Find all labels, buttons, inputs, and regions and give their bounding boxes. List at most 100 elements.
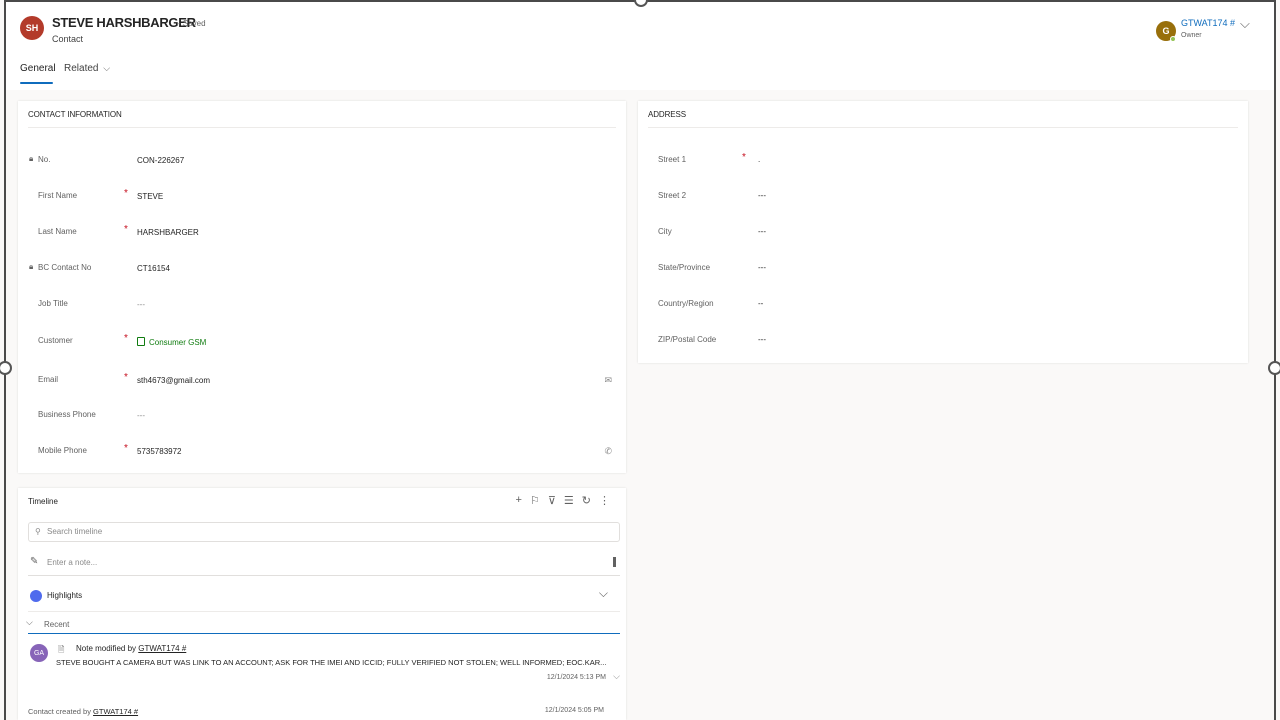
note-icon: 🗎︎ [58, 645, 65, 654]
street-2-field[interactable]: --- [758, 191, 766, 200]
mail-icon[interactable]: ✉ [604, 375, 612, 386]
section-title: CONTACT INFORMATION [28, 110, 122, 119]
field-label: Street 2 [658, 191, 687, 200]
filter-icon[interactable]: ⊽ [548, 494, 556, 507]
required-indicator: * [124, 443, 128, 454]
resize-handle-left[interactable] [0, 361, 12, 375]
resize-handle-right[interactable] [1268, 361, 1280, 375]
required-indicator: * [742, 152, 746, 163]
field-label: Email [38, 375, 59, 384]
record-avatar: SH [20, 16, 44, 40]
contact-number-value[interactable]: CON-226267 [137, 156, 184, 165]
entry-timestamp: 12/1/2024 5:13 PM [546, 674, 606, 681]
tab-related[interactable]: Related ⌵ [64, 63, 110, 74]
recent-label: Recent [44, 620, 70, 629]
save-status: - Saved [178, 19, 206, 28]
field-row: First Name * STEVE [18, 187, 626, 211]
field-label: ZIP/Postal Code [658, 335, 717, 344]
state-field[interactable]: --- [758, 263, 766, 272]
field-row: ZIP/Postal Code --- [638, 331, 1248, 355]
bookmark-icon[interactable]: ⚐ [530, 494, 540, 507]
note-input-row[interactable]: ✎ Enter a note... [28, 552, 620, 576]
section-title: ADDRESS [648, 110, 686, 119]
field-label: Street 1 [658, 155, 687, 164]
account-icon [137, 337, 145, 346]
entry-author-link[interactable]: GTWAT174 # [138, 644, 186, 653]
tab-general[interactable]: General [20, 63, 56, 74]
divider [648, 127, 1238, 128]
timeline-title: Timeline [28, 497, 58, 506]
field-label: No. [38, 155, 51, 164]
field-row: Country/Region -- [638, 295, 1248, 319]
field-label: Customer [38, 336, 73, 345]
field-label: Mobile Phone [38, 446, 87, 455]
owner-link[interactable]: GTWAT174 # [1181, 18, 1235, 28]
field-row: City --- [638, 223, 1248, 247]
customer-lookup-link[interactable]: Consumer GSM [137, 337, 206, 347]
lock-icon: 🔒︎ [29, 154, 34, 163]
note-input[interactable]: Enter a note... [47, 558, 97, 567]
field-label: City [658, 227, 672, 236]
field-row: Job Title --- [18, 295, 626, 319]
refresh-icon[interactable]: ↻ [582, 494, 591, 507]
field-label: State/Province [658, 263, 711, 272]
recent-group-header[interactable]: ⌵ Recent [26, 617, 620, 634]
highlights-label: Highlights [47, 591, 83, 600]
search-input[interactable]: Search timeline [47, 527, 102, 536]
required-indicator: * [124, 333, 128, 344]
street-1-field[interactable]: . [758, 155, 760, 164]
field-label: First Name [38, 191, 78, 200]
chevron-down-icon: ⌵ [103, 63, 111, 73]
record-header: SH STEVE HARSHBARGER - Saved Contact G G… [6, 2, 1274, 90]
first-name-field[interactable]: STEVE [137, 192, 163, 201]
field-row: Last Name * HARSHBARGER [18, 223, 626, 247]
highlights-icon [30, 590, 42, 602]
created-entry: Contact created by GTWAT174 # 12/1/2024 … [28, 706, 620, 720]
field-label: Last Name [38, 227, 77, 236]
country-field[interactable]: -- [758, 299, 763, 308]
attachment-icon[interactable] [613, 557, 616, 567]
field-row: Mobile Phone * 5735783972 ✆ [18, 442, 626, 466]
last-name-field[interactable]: HARSHBARGER [137, 228, 199, 237]
email-field[interactable]: sth4673@gmail.com [137, 376, 210, 385]
pencil-icon: ✎ [30, 556, 39, 567]
created-label: Contact created by GTWAT174 # [28, 707, 138, 716]
job-title-field[interactable]: --- [137, 300, 145, 309]
entry-heading: Note modified by GTWAT174 # [76, 644, 186, 653]
field-row: 🔒︎ BC Contact No CT16154 [18, 259, 626, 283]
field-row: Street 2 --- [638, 187, 1248, 211]
zip-field[interactable]: --- [758, 335, 766, 344]
contact-information-section: CONTACT INFORMATION 🔒︎ No. CON-226267 Fi… [18, 101, 626, 473]
timeline-section: Timeline + ⚐ ⊽ ☰ ↻ ⋮ ⚲ Search timeline ✎… [18, 488, 626, 720]
customer-name: Consumer GSM [149, 338, 207, 347]
add-icon[interactable]: + [516, 494, 522, 507]
entity-type-label: Contact [52, 34, 84, 44]
search-icon: ⚲ [35, 527, 41, 536]
required-indicator: * [124, 372, 128, 383]
avatar: GA [30, 644, 48, 662]
field-row: Business Phone --- [18, 406, 626, 430]
created-by-link[interactable]: GTWAT174 # [93, 707, 138, 716]
chevron-down-icon[interactable]: ⌵ [1240, 16, 1250, 32]
field-label: Job Title [38, 299, 68, 308]
field-row: Email * sth4673@gmail.com ✉ [18, 371, 626, 395]
field-row: 🔒︎ No. CON-226267 [18, 151, 626, 175]
more-options-icon[interactable]: ⋮ [599, 494, 610, 507]
highlights-row[interactable]: Highlights ⌵ [28, 584, 620, 612]
city-field[interactable]: --- [758, 227, 766, 236]
mobile-phone-field[interactable]: 5735783972 [137, 447, 182, 456]
tab-related-label: Related [64, 63, 99, 74]
timeline-search[interactable]: ⚲ Search timeline [28, 522, 620, 542]
divider [28, 127, 616, 128]
chevron-down-icon[interactable]: ⌵ [613, 671, 620, 682]
created-timestamp: 12/1/2024 5:05 PM [544, 707, 604, 714]
business-phone-field[interactable]: --- [137, 411, 145, 420]
required-indicator: * [124, 224, 128, 235]
chevron-down-icon[interactable]: ⌵ [599, 586, 608, 601]
created-prefix: Contact created by [28, 707, 91, 716]
entry-body: STEVE BOUGHT A CAMERA BUT WAS LINK TO AN… [56, 658, 607, 667]
bc-contact-number-value[interactable]: CT16154 [137, 264, 170, 273]
timeline-entry[interactable]: GA 🗎︎ Note modified by GTWAT174 # STEVE … [28, 640, 620, 688]
phone-icon[interactable]: ✆ [604, 446, 612, 457]
list-view-icon[interactable]: ☰ [564, 494, 574, 507]
